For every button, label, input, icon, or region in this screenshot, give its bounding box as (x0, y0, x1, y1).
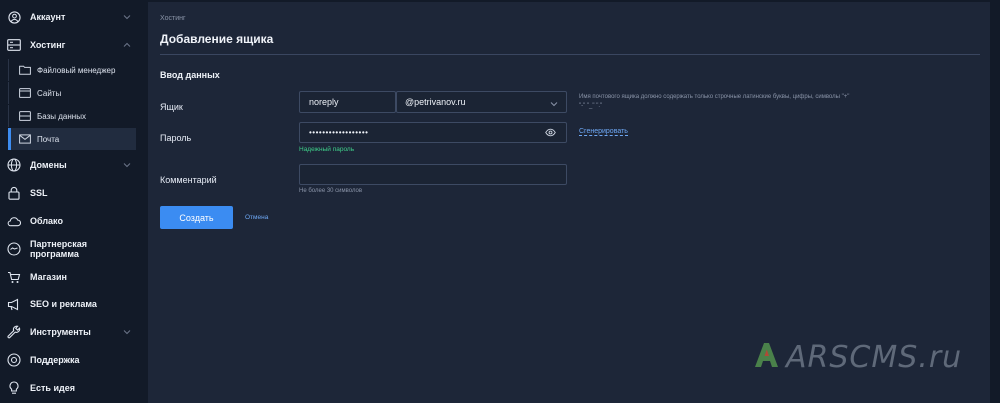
database-icon (19, 110, 31, 122)
sidebar-item-domains[interactable]: Домены (0, 154, 136, 176)
sidebar-item-databases[interactable]: Базы данных (8, 105, 136, 127)
generate-password-link[interactable]: Сгенерировать (579, 128, 628, 136)
password-value: •••••••••••••••••• (309, 128, 369, 137)
password-label: Пароль (160, 133, 192, 143)
user-circle-icon (7, 10, 21, 24)
sidebar-item-label: Есть идея (30, 383, 75, 393)
watermark-logo-icon (752, 340, 782, 375)
password-input[interactable]: •••••••••••••••••• (299, 122, 567, 143)
sidebar-item-seo[interactable]: SEO и реклама (0, 293, 136, 315)
watermark-text: ARSCMS.ru (786, 340, 963, 375)
sidebar-item-label: SSL (30, 188, 48, 198)
globe-icon (7, 158, 21, 172)
mailbox-name-input[interactable]: noreply (299, 91, 396, 113)
sidebar-item-tools[interactable]: Инструменты (0, 321, 136, 343)
sidebar-item-label: SEO и реклама (30, 299, 97, 309)
cloud-icon (7, 214, 21, 228)
sidebar-item-label: Инструменты (30, 327, 91, 337)
sidebar-item-idea[interactable]: Есть идея (0, 377, 136, 399)
chevron-down-icon (122, 327, 132, 337)
mailbox-name-value: noreply (309, 97, 339, 107)
mailbox-label: Ящик (160, 102, 183, 112)
sidebar-item-label: Поддержка (30, 355, 80, 365)
browser-window-icon (19, 87, 31, 99)
sidebar-item-cloud[interactable]: Облако (0, 210, 136, 232)
sidebar-item-support[interactable]: Поддержка (0, 349, 136, 371)
section-title: Ввод данных (160, 70, 220, 80)
chevron-up-icon (122, 40, 132, 50)
sidebar-item-sites[interactable]: Сайты (8, 82, 136, 104)
sidebar: Аккаунт Хостинг Файловый менеджер Сайты … (0, 0, 148, 403)
sidebar-item-partner-program[interactable]: Партнерская программа (0, 238, 136, 260)
cart-icon (7, 270, 21, 284)
wrench-icon (7, 325, 21, 339)
lock-icon (7, 186, 21, 200)
sidebar-item-label: Сайты (37, 88, 62, 98)
breadcrumb[interactable]: Хостинг (160, 15, 186, 22)
sidebar-item-label: Облако (30, 216, 63, 226)
sidebar-item-label: Магазин (30, 272, 67, 282)
sidebar-item-label: Файловый менеджер (37, 65, 116, 75)
page-title: Добавление ящика (160, 32, 274, 46)
comment-hint: Не более 30 символов (299, 188, 363, 194)
support-icon (7, 353, 21, 367)
sidebar-item-label: Партнерская программа (30, 239, 87, 259)
watermark: ARSCMS.ru (752, 340, 962, 375)
lightbulb-icon (7, 381, 21, 395)
sidebar-item-label: Почта (37, 134, 60, 144)
domain-select-value: @petrivanov.ru (405, 97, 466, 107)
domain-select[interactable]: @petrivanov.ru (396, 91, 567, 113)
eye-icon[interactable] (545, 128, 556, 139)
chevron-down-icon (122, 160, 132, 170)
sidebar-item-label: Базы данных (37, 111, 86, 121)
cancel-button[interactable]: Отмена (245, 214, 268, 221)
sidebar-item-label: Аккаунт (30, 12, 66, 22)
password-strength: Надежный пароль (299, 146, 355, 153)
comment-label: Комментарий (160, 175, 217, 185)
sidebar-item-label: Домены (30, 160, 67, 170)
sidebar-item-account[interactable]: Аккаунт (0, 6, 136, 28)
megaphone-icon (7, 297, 21, 311)
sidebar-item-ssl[interactable]: SSL (0, 182, 136, 204)
sidebar-item-file-manager[interactable]: Файловый менеджер (8, 59, 136, 81)
chevron-down-icon (122, 12, 132, 22)
comment-input[interactable] (299, 164, 567, 185)
handshake-icon (7, 242, 21, 256)
create-button[interactable]: Создать (160, 206, 233, 229)
server-icon (7, 38, 21, 52)
mailbox-hint: Имя почтового ящика должно содержать тол… (579, 94, 850, 109)
sidebar-item-label: Хостинг (30, 40, 66, 50)
folder-icon (19, 64, 31, 76)
sidebar-item-shop[interactable]: Магазин (0, 266, 136, 288)
chevron-down-icon (550, 99, 558, 109)
sidebar-item-mail[interactable]: Почта (8, 128, 136, 150)
mail-icon (19, 133, 31, 145)
sidebar-item-hosting[interactable]: Хостинг (0, 34, 136, 56)
divider (160, 54, 980, 55)
